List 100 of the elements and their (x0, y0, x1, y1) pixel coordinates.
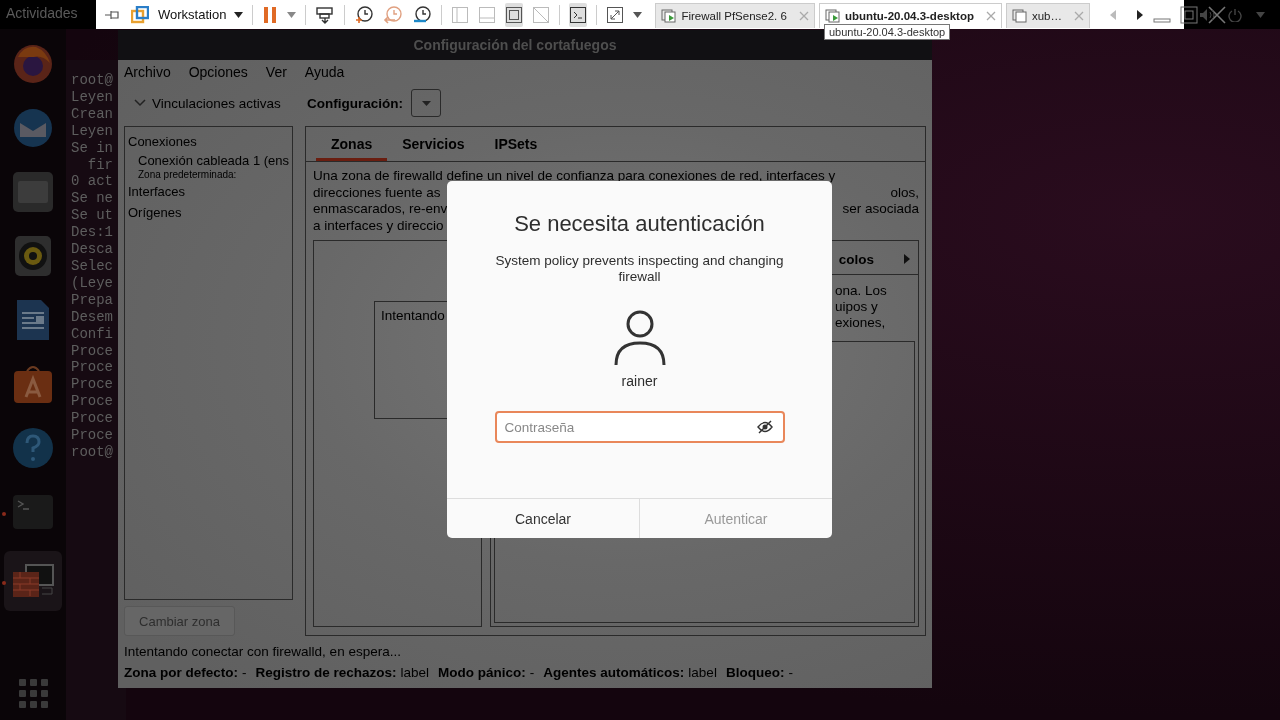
status-label: Bloqueo: (725, 664, 785, 682)
terminal-line: fir (86, 156, 114, 174)
activities-button[interactable]: Actividades (0, 0, 96, 29)
terminal-line: Leyen (71, 122, 114, 140)
terminal-line: Se in (71, 139, 114, 157)
password-field[interactable]: Contraseña (494, 411, 785, 443)
user-name: rainer (621, 373, 658, 389)
list-heading: Orígenes (128, 204, 183, 222)
configuration-dropdown[interactable] (411, 89, 441, 117)
status-value: - (788, 664, 793, 682)
bindings-toggle[interactable]: Vinculaciones activas (124, 90, 293, 116)
tab[interactable]: colos (838, 251, 874, 267)
snapshot-icon[interactable] (354, 4, 375, 25)
terminal-line: root@ (71, 72, 114, 89)
terminal-line: Proce (71, 427, 114, 444)
terminal-line: Prepa (71, 291, 114, 309)
description-text: exiones, (835, 315, 887, 331)
terminal-line: Proce (71, 359, 114, 377)
description-text: olos, (890, 184, 919, 201)
snapshot-manager-icon[interactable] (412, 4, 433, 25)
fullscreen-icon[interactable] (606, 5, 625, 24)
menu-item[interactable]: Archivo (124, 64, 171, 80)
status-label: Agentes automáticos: (543, 664, 685, 682)
description-text: direcciones fuente as (313, 184, 441, 201)
tooltip: ubuntu-20.04.3-desktop (824, 24, 951, 40)
status-value: label (400, 664, 430, 682)
caret-icon (234, 11, 244, 18)
revert-snapshot-icon[interactable] (383, 4, 404, 25)
status-value: - (242, 664, 247, 682)
menu-item[interactable]: Ayuda (304, 64, 345, 80)
send-keys-icon[interactable] (315, 5, 336, 24)
firewall-icon[interactable] (12, 564, 54, 598)
terminal-line: Des:1 (71, 224, 114, 242)
loading-text: Intentando (381, 308, 445, 323)
terminal-line: Crean (71, 105, 114, 123)
dialog-title: Se necesita autenticación (514, 210, 765, 238)
terminal-line: Proce (71, 410, 114, 428)
tab[interactable]: IPSets (479, 127, 553, 161)
thumbnail-view-icon[interactable] (478, 5, 497, 24)
terminal-line: Leyen (71, 88, 114, 106)
status-label: Zona por defecto: (124, 664, 238, 682)
configuration-label: Configuración: (307, 95, 403, 111)
menu-item[interactable]: Opciones (188, 64, 248, 80)
help-icon[interactable] (12, 427, 54, 469)
user-icon (612, 309, 667, 367)
status-message: Intentando conectar con firewalld, en espera... (124, 643, 402, 661)
volume-icon[interactable] (1198, 7, 1215, 22)
vm-tab[interactable]: Firewall PfSense2. 6 (655, 3, 815, 28)
caret-icon[interactable] (633, 11, 643, 18)
sidebar-view-icon[interactable] (451, 5, 470, 24)
shopping-bag-icon[interactable] (12, 363, 54, 405)
description-text: Una zona de firewalld define un nivel de confianza para conexiones de red, interfaces y (313, 168, 836, 185)
cancel-button[interactable]: Cancelar (447, 499, 639, 538)
description-text: enmascarados, re-env (313, 201, 448, 218)
close-icon[interactable] (1207, 4, 1227, 25)
description-text: uipos y (835, 299, 879, 315)
close-icon[interactable] (985, 11, 996, 21)
workstation-menu[interactable]: Workstation (158, 7, 244, 22)
chevron-icon (134, 99, 146, 107)
speaker-icon[interactable] (12, 235, 54, 277)
power-icon[interactable] (1228, 7, 1243, 22)
app-grid-icon[interactable] (18, 678, 48, 708)
terminal-line: 0 act (71, 173, 114, 191)
list-note: Zona predeterminada: (137, 169, 238, 181)
description-text: ser asociada (842, 201, 919, 218)
list-item[interactable]: Conexión cableada 1 (ens (128, 152, 293, 169)
list-heading: Conexiones (128, 133, 198, 151)
browser-icon[interactable] (12, 43, 54, 85)
fit-guest-button[interactable] (505, 2, 524, 27)
terminal-line: Se ut (71, 207, 114, 225)
status-label: Registro de rechazos: (255, 664, 397, 682)
terminal-line: Proce (71, 342, 114, 360)
status-label: Modo pánico: (438, 664, 526, 682)
status-value: - (529, 664, 535, 682)
vm-tab[interactable]: xub… (1005, 3, 1090, 28)
scroll-right-icon[interactable] (1136, 9, 1144, 20)
mail-icon[interactable] (12, 107, 54, 149)
list-heading: Interfaces (128, 183, 187, 201)
vm-icon (661, 9, 678, 23)
terminal-line: Selec (71, 257, 114, 275)
restore-icon[interactable] (1180, 5, 1198, 24)
scroll-left-icon[interactable] (1109, 9, 1117, 20)
eye-slash-icon[interactable] (756, 420, 773, 434)
pause-icon[interactable] (262, 5, 279, 24)
folder-icon[interactable] (12, 171, 54, 213)
window-title: Configuración del cortafuegos (413, 37, 617, 53)
tab[interactable]: Servicios (387, 127, 480, 161)
terminal-line: (Leye (71, 274, 114, 292)
console-view-button[interactable] (569, 2, 588, 27)
description-text: a interfaces y direccio (313, 217, 444, 234)
terminal-line: Desem (71, 308, 114, 326)
terminal-line: Confi (71, 325, 114, 343)
menu-item[interactable]: Ver (265, 64, 287, 80)
dialog-message: System policy prevents inspecting and changing firewall (494, 253, 785, 285)
tab[interactable]: Zonas (316, 127, 388, 161)
terminal-line: Desca (71, 241, 114, 258)
terminal-line: root@ (71, 443, 114, 461)
description-text: ona. Los (835, 283, 888, 299)
terminal-line: Se ne (71, 190, 114, 208)
caret-icon[interactable] (287, 11, 297, 18)
